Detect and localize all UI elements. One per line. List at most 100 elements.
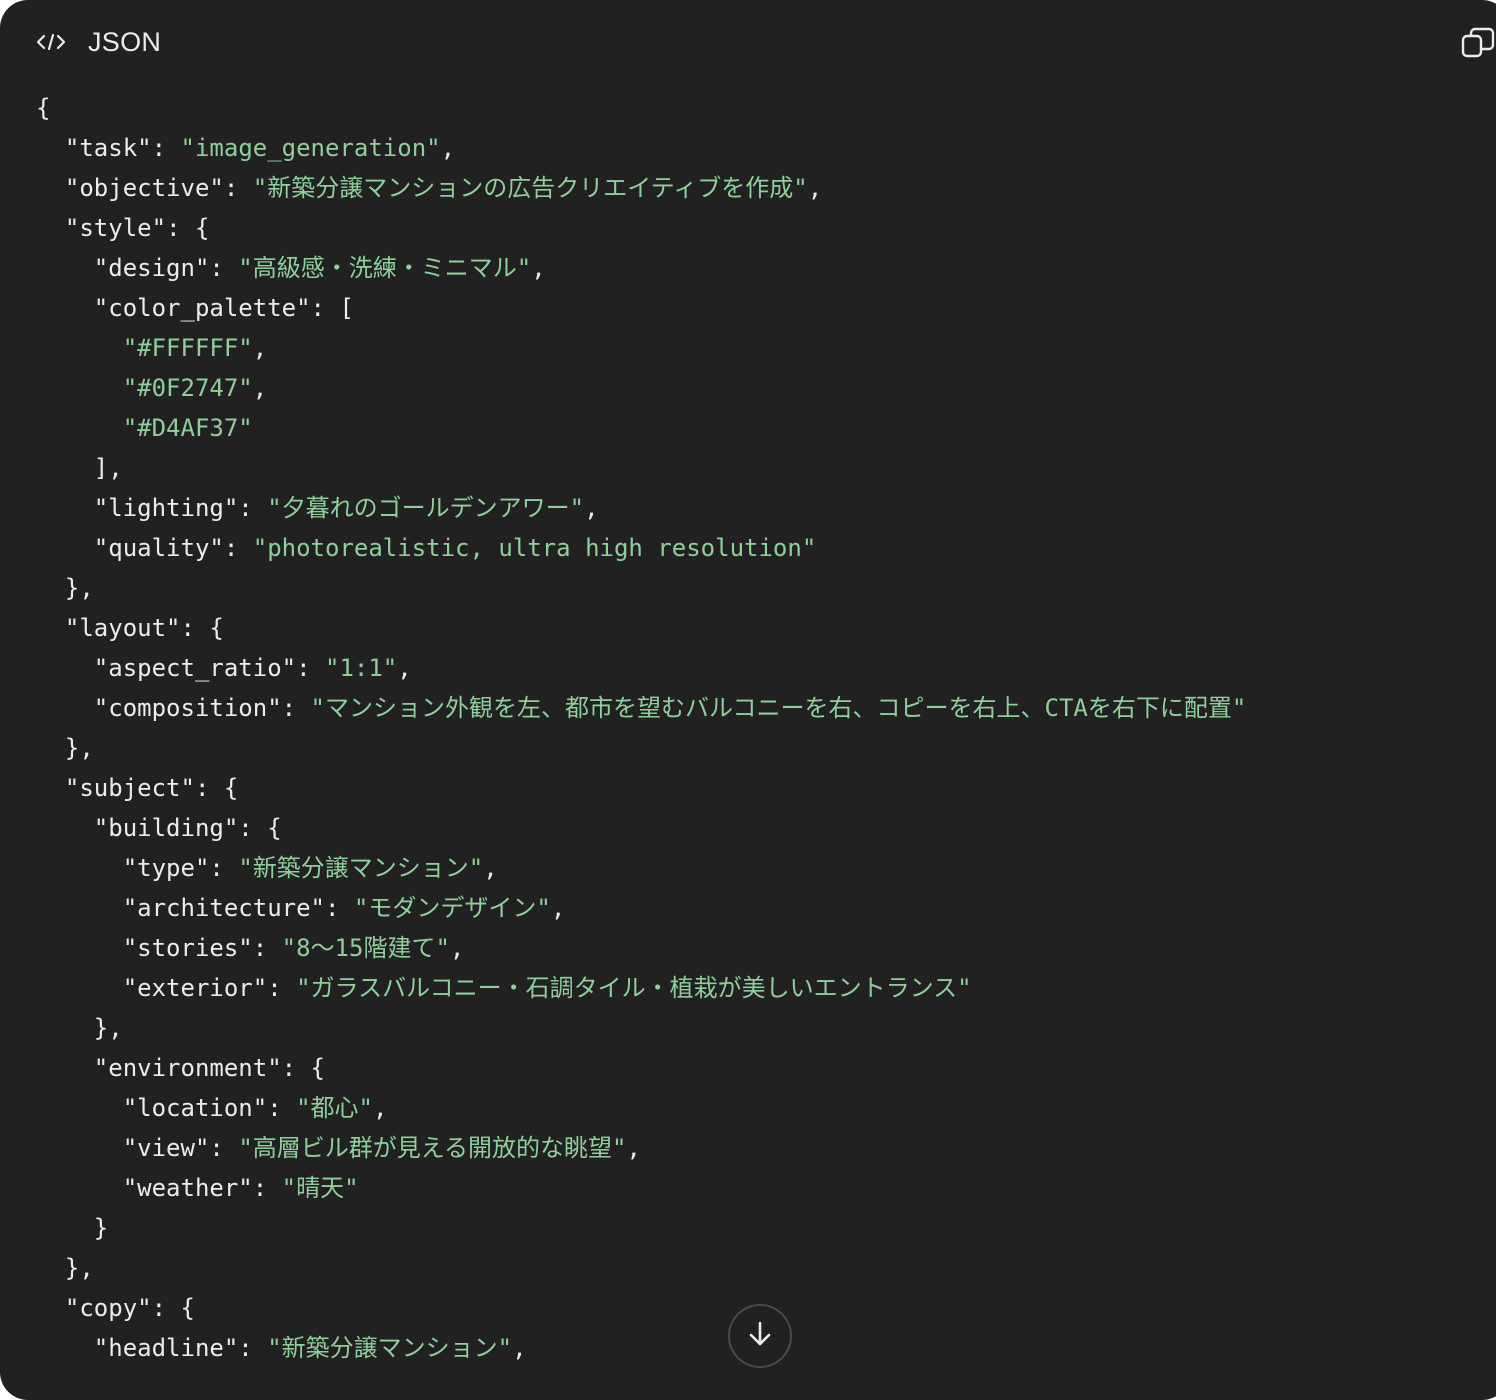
- code-key-token: "layout": [64, 614, 181, 642]
- copy-code-button[interactable]: [1460, 24, 1496, 62]
- json-code-content: { "task": "image_generation", "objective…: [36, 88, 1246, 1368]
- code-punctuation-token: [36, 294, 94, 322]
- code-punctuation-token: ,: [807, 174, 823, 202]
- code-line: "subject": {: [36, 768, 1246, 808]
- code-line: "headline": "新築分譲マンション",: [36, 1328, 1246, 1368]
- code-key-token: "color_palette": [93, 294, 311, 322]
- code-punctuation-token: ,: [550, 894, 566, 922]
- code-string-token: "photorealistic, ultra high resolution": [252, 534, 817, 562]
- code-punctuation-token: :: [252, 1174, 282, 1202]
- code-block: JSON { "task": "image_generation", "obje…: [0, 0, 1496, 1400]
- code-punctuation-token: ],: [36, 454, 123, 482]
- code-punctuation-token: [36, 374, 123, 402]
- code-line: },: [36, 1248, 1246, 1288]
- code-punctuation-token: :: [209, 1134, 239, 1162]
- code-string-token: "1:1": [325, 654, 398, 682]
- code-punctuation-token: :: [325, 894, 354, 922]
- code-line: "copy": {: [36, 1288, 1246, 1328]
- code-punctuation-token: [36, 1334, 94, 1362]
- code-line: {: [36, 88, 1246, 128]
- code-line: "color_palette": [: [36, 288, 1246, 328]
- code-line: "style": {: [36, 208, 1246, 248]
- code-line: },: [36, 568, 1246, 608]
- code-string-token: "晴天": [281, 1174, 359, 1202]
- code-key-token: "style": [64, 214, 167, 242]
- code-punctuation-token: ,: [397, 654, 412, 682]
- code-key-token: "design": [93, 254, 210, 282]
- code-punctuation-token: :: [238, 1334, 268, 1362]
- code-punctuation-token: ,: [252, 374, 268, 402]
- code-string-token: "都心": [296, 1094, 374, 1122]
- code-punctuation-token: [36, 134, 65, 162]
- code-punctuation-token: ,: [440, 134, 456, 162]
- code-string-token: "高級感・洗練・ミニマル": [238, 254, 532, 282]
- code-line: "view": "高層ビル群が見える開放的な眺望",: [36, 1128, 1246, 1168]
- code-punctuation-token: [36, 814, 94, 842]
- code-punctuation-token: [36, 1174, 123, 1202]
- code-key-token: "composition": [93, 694, 282, 722]
- code-punctuation-token: [36, 1294, 65, 1322]
- code-key-token: "view": [122, 1134, 210, 1162]
- code-string-token: "マンション外観を左、都市を望むバルコニーを右、コピーを右上、CTAを右下に配置…: [310, 694, 1247, 722]
- code-punctuation-token: },: [36, 734, 94, 762]
- code-punctuation-token: :: [267, 974, 297, 1002]
- code-punctuation-token: },: [36, 1014, 123, 1042]
- code-punctuation-token: [36, 334, 123, 362]
- code-punctuation-token: : {: [194, 774, 239, 802]
- code-key-token: "type": [122, 854, 210, 882]
- code-punctuation-token: :: [209, 254, 239, 282]
- code-string-token: "#D4AF37": [122, 414, 253, 442]
- code-line: "architecture": "モダンデザイン",: [36, 888, 1246, 928]
- code-line: ],: [36, 448, 1246, 488]
- code-key-token: "building": [93, 814, 239, 842]
- code-line: "type": "新築分譲マンション",: [36, 848, 1246, 888]
- copy-icon: [1460, 27, 1496, 66]
- code-punctuation-token: :: [209, 854, 239, 882]
- code-key-token: "architecture": [122, 894, 325, 922]
- code-punctuation-token: : {: [281, 1054, 325, 1082]
- code-punctuation-token: [36, 534, 94, 562]
- code-punctuation-token: {: [36, 94, 51, 122]
- code-punctuation-token: [36, 1094, 123, 1122]
- code-punctuation-token: },: [36, 1254, 94, 1282]
- code-punctuation-token: [36, 614, 65, 642]
- code-line: "design": "高級感・洗練・ミニマル",: [36, 248, 1246, 288]
- code-key-token: "lighting": [93, 494, 239, 522]
- code-block-header: JSON: [36, 22, 161, 62]
- code-string-token: "新築分譲マンション": [267, 1334, 513, 1362]
- code-punctuation-token: :: [151, 134, 181, 162]
- code-string-token: "image_generation": [180, 134, 441, 162]
- code-brackets-icon: [36, 30, 68, 54]
- code-line: "quality": "photorealistic, ultra high r…: [36, 528, 1246, 568]
- code-key-token: "exterior": [122, 974, 268, 1002]
- code-punctuation-token: : {: [151, 1294, 195, 1322]
- code-punctuation-token: ,: [252, 334, 268, 362]
- code-punctuation-token: [36, 1134, 123, 1162]
- code-line: "composition": "マンション外観を左、都市を望むバルコニーを右、コ…: [36, 688, 1247, 728]
- arrow-down-icon: [745, 1319, 775, 1354]
- code-line: }: [36, 1208, 1246, 1248]
- code-key-token: "subject": [64, 774, 195, 802]
- code-line: "#FFFFFF",: [36, 328, 1246, 368]
- scroll-to-bottom-button[interactable]: [728, 1304, 792, 1368]
- code-punctuation-token: [36, 694, 94, 722]
- code-key-token: "location": [122, 1094, 268, 1122]
- code-key-token: "headline": [93, 1334, 239, 1362]
- code-line: },: [36, 1008, 1246, 1048]
- code-punctuation-token: [36, 934, 123, 962]
- language-label: JSON: [88, 26, 162, 57]
- code-key-token: "objective": [64, 174, 224, 202]
- code-line: "environment": {: [36, 1048, 1246, 1088]
- code-punctuation-token: :: [223, 174, 253, 202]
- code-key-token: "aspect_ratio": [93, 654, 297, 682]
- code-line: "objective": "新築分譲マンションの広告クリエイティブを作成",: [36, 168, 1246, 208]
- code-punctuation-token: [36, 774, 65, 802]
- code-punctuation-token: [36, 414, 123, 442]
- code-punctuation-token: ,: [483, 854, 498, 882]
- code-line: "stories": "8〜15階建て",: [36, 928, 1246, 968]
- code-line: "building": {: [36, 808, 1246, 848]
- code-punctuation-token: [36, 214, 65, 242]
- code-punctuation-token: :: [281, 694, 311, 722]
- code-punctuation-token: [36, 974, 123, 1002]
- code-punctuation-token: [36, 894, 123, 922]
